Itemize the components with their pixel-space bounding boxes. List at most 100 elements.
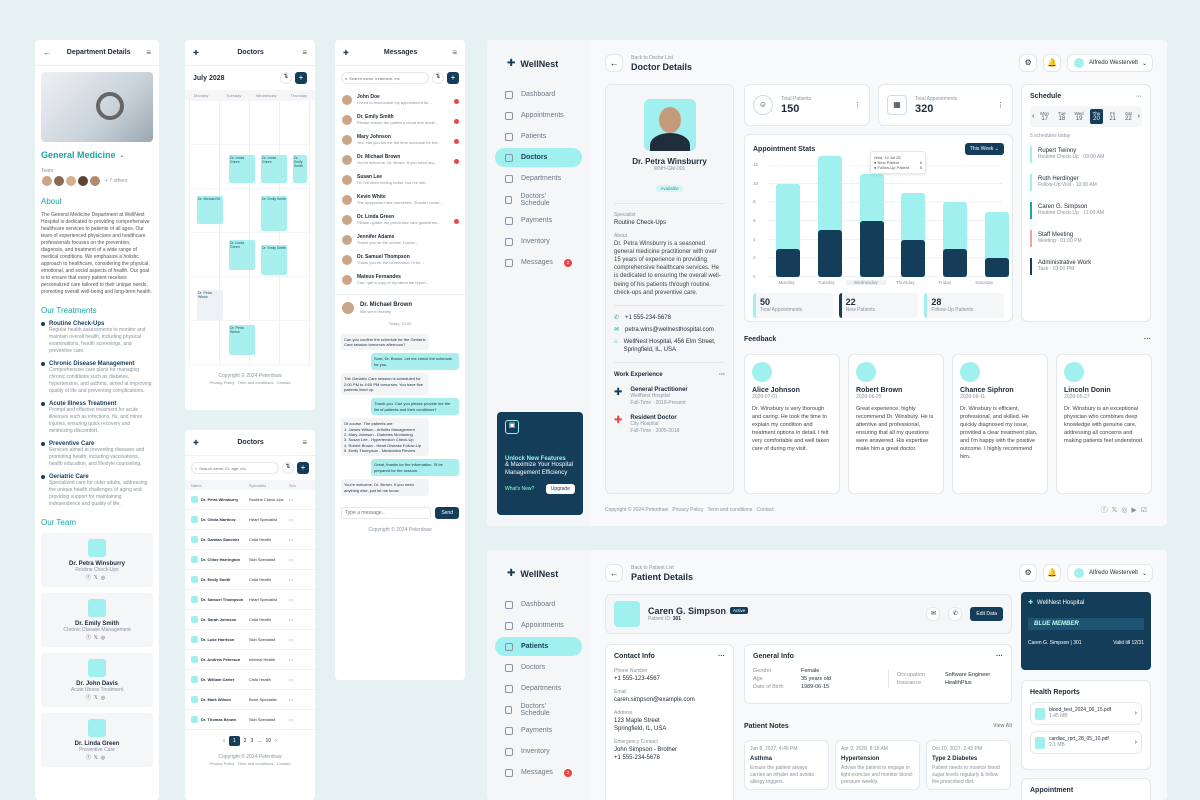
phone-icon[interactable]: ✆ (948, 607, 963, 621)
table-row[interactable]: Dr. Mark Wilson Bone Specialist • • (185, 690, 315, 710)
breadcrumb[interactable]: Back to Doctor List (631, 55, 692, 62)
chevron-left-icon[interactable]: ‹ (1032, 113, 1034, 120)
month-select[interactable]: July 2028 (193, 75, 225, 82)
send-button[interactable]: Send (435, 507, 459, 520)
conversation-item[interactable]: Kevin White The symptoms have worsened. S… (335, 190, 465, 210)
menu-icon[interactable]: ≡ (452, 48, 457, 57)
calendar-event[interactable]: Dr. Petra Winsb (229, 325, 255, 355)
note-card[interactable]: Jun 8, 2027, 4:45 PM Asthma Ensure the pat… (744, 740, 829, 790)
more-icon[interactable]: ⋮ (997, 101, 1004, 109)
more-icon[interactable]: ··· (1144, 336, 1151, 343)
notification-icon[interactable]: 🔔 (1043, 54, 1062, 72)
nav-item-departments[interactable]: Departments (495, 679, 582, 698)
week-filter[interactable]: This Week ⌄ (964, 143, 1004, 155)
notification-icon[interactable]: 🔔 (1043, 564, 1062, 582)
conversation-item[interactable]: Dr. Linda Green Please update the prevent… (335, 210, 465, 230)
conversation-item[interactable]: Mary Johnson Yes, can you tell me the tim… (335, 130, 465, 150)
nav-item-payments[interactable]: Payments (495, 211, 582, 230)
team-member-card[interactable]: Dr. John Davis Acute Illness Treatment ⓕ𝕏◎ (41, 653, 153, 707)
bar-new[interactable] (817, 230, 842, 277)
social-icons[interactable]: ⓕ𝕏◎▶☑ (1101, 506, 1151, 516)
conversation-item[interactable]: Jennifer Adams Thank you for the advice, … (335, 230, 465, 250)
upgrade-button[interactable]: Upgrade (545, 483, 575, 494)
page-button[interactable]: 1 (228, 736, 240, 746)
nav-item-doctors-schedule[interactable]: Doctors' Schedule (495, 190, 582, 209)
calendar-event[interactable]: Dr. Linda Green (261, 155, 287, 183)
nav-item-payments[interactable]: Payments (495, 721, 582, 740)
calendar-event[interactable]: Dr. Michael Br (197, 196, 223, 224)
nav-item-patients[interactable]: Patients (495, 127, 582, 146)
conversation-item[interactable]: Dr. Emily Smith Please ensure the patient… (335, 110, 465, 130)
calendar-event[interactable]: Dr. Linda Green (229, 240, 255, 270)
menu-icon[interactable]: ≡ (302, 438, 307, 447)
contact-link[interactable]: Contact (277, 761, 291, 766)
settings-icon[interactable]: ⚙ (1019, 54, 1038, 72)
bar-new[interactable] (985, 258, 1010, 277)
week-day[interactable]: Mon 17 (1037, 109, 1052, 124)
page-button[interactable]: 2 (244, 738, 247, 744)
filter-icon[interactable]: ⇅ (432, 72, 444, 84)
nav-item-dashboard[interactable]: Dashboard (495, 85, 582, 104)
table-row[interactable]: Dr. Thomas Brown Skin Specialist • • (185, 710, 315, 730)
back-arrow-icon[interactable]: ← (605, 54, 623, 72)
more-icon[interactable]: ··· (719, 371, 725, 379)
nav-item-inventory[interactable]: Inventory (495, 742, 582, 761)
table-row[interactable]: Dr. Petra Winsburry Routine Check-Ups • • (185, 490, 315, 510)
user-menu[interactable]: Alfredo Westervelt ⌄ (1067, 54, 1153, 72)
bar-new[interactable] (943, 249, 968, 277)
calendar-event[interactable]: Dr. Petra Winsb (197, 290, 223, 320)
nav-item-patients[interactable]: Patients (495, 637, 582, 656)
note-card[interactable]: Oct 10, 2027, 2:45 PM Type 2 Diabetes Pati… (926, 740, 1011, 790)
search-input[interactable] (199, 465, 260, 471)
week-day[interactable]: Thu 20 (1089, 109, 1104, 124)
filter-icon[interactable]: ⇅ (282, 462, 294, 474)
report-item[interactable]: cardiac_rprt_28_05_10.pdf 2.1 MB › (1030, 731, 1142, 754)
note-card[interactable]: Apr 9, 2028, 8:15 AM Hypertension Advise t… (835, 740, 920, 790)
social-icons[interactable]: ⓕ𝕏◎ (47, 634, 147, 641)
back-arrow-icon[interactable]: ← (605, 564, 623, 582)
calendar-event[interactable]: Dr. Linda Green (229, 155, 255, 183)
table-row[interactable]: Dr. Luke Harrison Skin Specialist • • (185, 630, 315, 650)
nav-item-messages[interactable]: Messages 2 (495, 253, 582, 272)
team-member-card[interactable]: Dr. Emily Smith Chronic Disease Managemen… (41, 593, 153, 647)
calendar-event[interactable]: Dr. Emily Smith (261, 196, 287, 231)
chevron-right-icon[interactable]: › (1135, 739, 1137, 746)
next-page-icon[interactable]: › (275, 738, 277, 744)
more-icon[interactable]: ··· (1135, 93, 1142, 100)
bar-new[interactable] (901, 239, 926, 277)
view-all-link[interactable]: View All (993, 723, 1012, 730)
team-member-card[interactable]: Dr. Petra Winsburry Routine Check-Ups ⓕ𝕏◎ (41, 533, 153, 587)
conversation-item[interactable]: Mateus Fernandes Can I get a copy of my l… (335, 270, 465, 290)
calendar-event[interactable]: Dr. Emily Smith (293, 155, 307, 183)
team-member-card[interactable]: Dr. Linda Green Preventive Care ⓕ𝕏◎ (41, 713, 153, 767)
social-icons[interactable]: ⓕ𝕏◎ (47, 754, 147, 761)
page-button[interactable]: 3 (251, 738, 254, 744)
table-row[interactable]: Dr. Sarah Johnson Child Health • • (185, 610, 315, 630)
prev-page-icon[interactable]: ‹ (223, 738, 225, 744)
schedule-item[interactable]: Ruth Herdinger Follow-Up Visit · 10:00 AM (1030, 174, 1142, 191)
search-input[interactable] (349, 75, 410, 81)
table-row[interactable]: Dr. Olivia Martinez Heart Specialist • • (185, 510, 315, 530)
conversation-item[interactable]: Dr. Samuel Thompson Thank you for the inf… (335, 250, 465, 270)
chat-icon[interactable]: ✉ (926, 607, 941, 621)
more-icon[interactable]: ··· (718, 653, 725, 660)
message-input[interactable] (341, 507, 432, 520)
conversation-item[interactable]: John Doe I need to reschedule my appointm… (335, 90, 465, 110)
table-row[interactable]: Dr. Chloe Harrington Skin Specialist • • (185, 550, 315, 570)
nav-item-appointments[interactable]: Appointments (495, 616, 582, 635)
table-row[interactable]: Dr. Samuel Thompson Heart Specialist • • (185, 590, 315, 610)
report-item[interactable]: blood_test_2024_06_15.pdf 1.45 MB › (1030, 702, 1142, 725)
conversation-item[interactable]: Dr. Michael Brown You're welcome, Dr. Bro… (335, 150, 465, 170)
social-icons[interactable]: ⓕ𝕏◎ (47, 574, 147, 581)
week-day[interactable]: Fri 21 (1106, 109, 1119, 124)
nav-item-doctors-schedule[interactable]: Doctors' Schedule (495, 700, 582, 719)
table-row[interactable]: Dr. Damian Sanchez Child Health • • (185, 530, 315, 550)
back-arrow-icon[interactable]: ← (43, 48, 51, 57)
more-icon[interactable]: ⋮ (854, 101, 861, 109)
add-button[interactable]: + (295, 72, 307, 84)
schedule-item[interactable]: Rupert Twinny Routine Check-Up · 09:00 AM (1030, 146, 1142, 163)
calendar-event[interactable]: Dr. Emily Smith (261, 245, 287, 275)
nav-item-doctors[interactable]: Doctors (495, 148, 582, 167)
more-icon[interactable]: ··· (996, 653, 1003, 660)
week-day[interactable]: Wed 19 (1072, 109, 1087, 124)
